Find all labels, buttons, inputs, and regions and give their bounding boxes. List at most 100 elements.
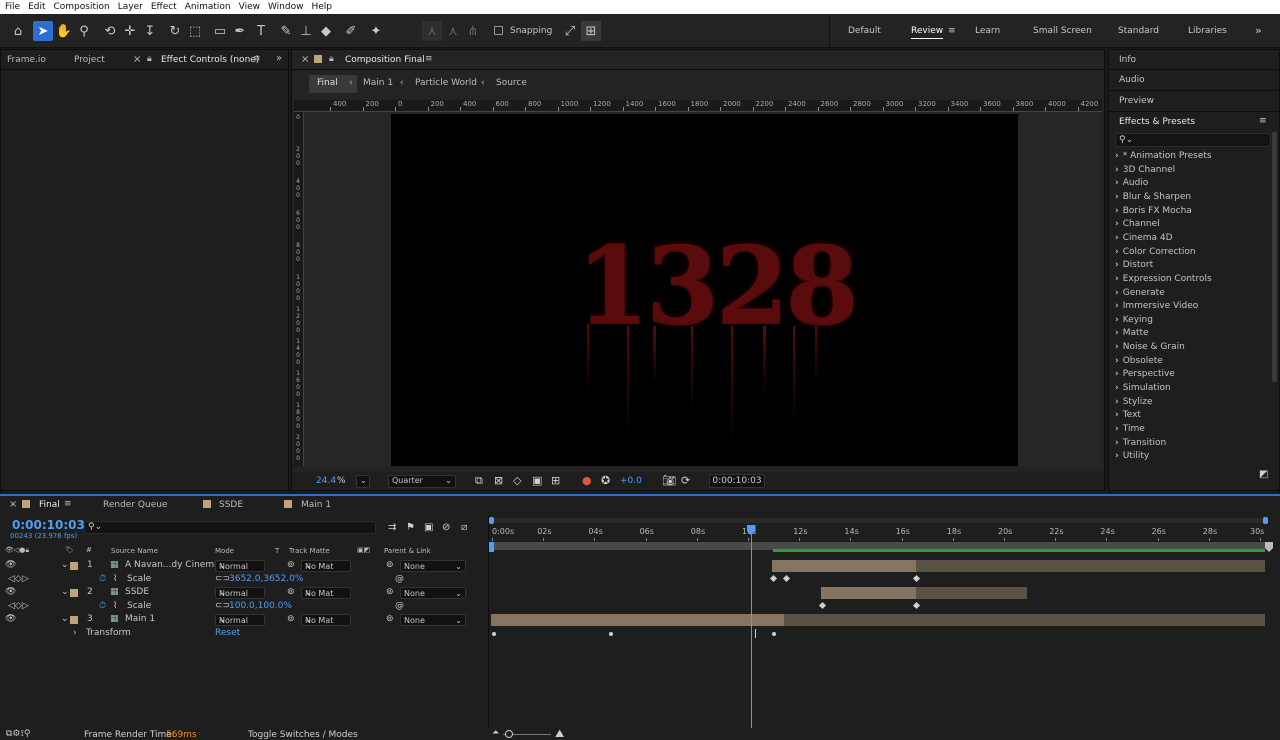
puppet-pin-icon[interactable]: ✦: [366, 21, 386, 41]
fast-previews-icon[interactable]: ⧉: [475, 474, 483, 488]
effects-category-item[interactable]: › Cinema 4D: [1115, 233, 1173, 243]
tab-project[interactable]: Project: [74, 55, 105, 65]
zoom-tool-icon[interactable]: ⚲: [74, 21, 94, 41]
breadcrumb-particle-world[interactable]: Particle World: [415, 78, 477, 88]
transform-keyframe[interactable]: [772, 632, 776, 636]
layer-bar-3-highlight[interactable]: [491, 614, 784, 626]
tab-final[interactable]: Final: [39, 500, 60, 510]
mask-visibility-icon[interactable]: ◇: [513, 474, 521, 487]
region-of-interest-icon[interactable]: ▣: [532, 474, 542, 487]
lock-icon[interactable]: 🔒︎: [147, 54, 152, 64]
world-axis-icon[interactable]: ⋏: [443, 21, 463, 41]
keyframe-diamond[interactable]: [782, 574, 791, 583]
tab-frameio[interactable]: Frame.io: [7, 55, 46, 65]
breadcrumb-final[interactable]: Final: [317, 78, 338, 88]
menu-window[interactable]: Window: [268, 2, 304, 12]
layer-row-1[interactable]: 👁︎ ⌄ 1 ▦ A Navan...dy Cinema Normal ⌄ ⊚ …: [0, 559, 488, 573]
effects-category-item[interactable]: › Stylize: [1115, 397, 1153, 407]
effects-search-input[interactable]: ⚲⌄: [1115, 133, 1271, 147]
effects-category-item[interactable]: › Perspective: [1115, 369, 1175, 379]
hamburger-menu-icon[interactable]: ≡: [948, 26, 956, 36]
draft-3d-icon[interactable]: ⚑: [406, 522, 415, 533]
close-icon[interactable]: ×: [301, 54, 309, 65]
col-parent-link[interactable]: Parent & Link: [384, 547, 431, 555]
track-matte-dropdown[interactable]: No Mat ⌄: [301, 560, 351, 572]
snapshot-icon[interactable]: 📷︎: [662, 474, 676, 487]
pen-tool-icon[interactable]: ✒: [230, 21, 250, 41]
workspace-libraries[interactable]: Libraries: [1188, 26, 1227, 36]
brush-tool-icon[interactable]: ✎: [276, 21, 296, 41]
local-axis-icon[interactable]: ⋏: [422, 21, 442, 41]
grid-guides-icon[interactable]: ⊞: [551, 474, 560, 487]
keyframe-diamond[interactable]: [912, 601, 921, 610]
layer-label-swatch[interactable]: [70, 616, 78, 624]
expand-chevron-icon[interactable]: ⌄: [61, 560, 69, 570]
effects-category-item[interactable]: › Blur & Sharpen: [1115, 192, 1191, 202]
parent-dropdown[interactable]: None ⌄: [400, 560, 466, 572]
effects-category-item[interactable]: › Boris FX Mocha: [1115, 206, 1192, 216]
effects-category-item[interactable]: › Simulation: [1115, 383, 1171, 393]
property-row-transform[interactable]: › Transform Reset: [0, 627, 488, 641]
effects-category-item[interactable]: › 3D Channel: [1115, 165, 1175, 175]
keyframe-diamond[interactable]: [912, 574, 921, 583]
zoom-dropdown-icon[interactable]: ⌄: [356, 475, 370, 488]
effects-category-item[interactable]: › Distort: [1115, 260, 1153, 270]
panel-overflow-icon[interactable]: »: [276, 53, 282, 64]
zoom-slider-thumb[interactable]: [505, 730, 513, 738]
comp-mini-flowchart-icon[interactable]: ⇉: [388, 522, 396, 533]
resolution-dropdown[interactable]: Quarter ⌄: [388, 475, 456, 488]
color-management-icon[interactable]: ✪: [601, 474, 610, 487]
breadcrumb-main-1[interactable]: Main 1: [363, 78, 393, 88]
property-row-scale-1[interactable]: ◁◇▷ ⏱︎ ⌇ Scale ⊂⊃ 3652.0,3652.0% @: [0, 573, 488, 587]
stopwatch-icon[interactable]: ⏱︎: [99, 574, 106, 584]
parent-dropdown[interactable]: None ⌄: [400, 614, 466, 626]
frame-blending-icon[interactable]: ⊘: [442, 522, 450, 533]
parent-dropdown[interactable]: None ⌄: [400, 587, 466, 599]
selection-tool-icon[interactable]: ➤: [33, 21, 53, 41]
graph-icon[interactable]: ⌇: [113, 574, 117, 584]
hand-tool-icon[interactable]: ✋: [54, 21, 74, 41]
preview-panel-tab[interactable]: Preview: [1119, 96, 1154, 106]
visibility-icon[interactable]: 👁︎: [5, 587, 16, 597]
effects-category-item[interactable]: › Time: [1115, 424, 1145, 434]
work-area-end-handle[interactable]: [1263, 517, 1268, 524]
effects-category-item[interactable]: › Utility: [1115, 451, 1149, 461]
panel-menu-icon[interactable]: ≡: [425, 54, 433, 64]
menu-effect[interactable]: Effect: [151, 2, 177, 12]
effects-category-item[interactable]: › Audio: [1115, 178, 1148, 188]
expand-chevron-icon[interactable]: ›: [73, 628, 77, 638]
col-track-matte[interactable]: Track Matte: [289, 547, 330, 555]
layer-bar-1-highlight[interactable]: [772, 560, 916, 572]
expand-chevron-icon[interactable]: ⌄: [61, 587, 69, 597]
in-out-bracket-icon[interactable]: [751, 629, 756, 638]
breadcrumb-source[interactable]: Source: [496, 78, 527, 88]
work-area-start-handle[interactable]: [489, 517, 494, 524]
in-marker[interactable]: [489, 542, 494, 552]
expression-icon[interactable]: @: [395, 601, 404, 611]
scale-value[interactable]: 100.0,100.0%: [229, 601, 292, 611]
layer-name[interactable]: SSDE: [125, 587, 149, 597]
pickwhip-icon[interactable]: ⊚: [386, 587, 394, 597]
close-icon[interactable]: ×: [9, 499, 17, 510]
tab-main-1[interactable]: Main 1: [301, 500, 331, 510]
effects-category-item[interactable]: › Text: [1115, 410, 1141, 420]
tab-render-queue[interactable]: Render Queue: [103, 500, 167, 510]
link-icon[interactable]: ⊂⊃: [215, 574, 230, 584]
matte-target-icon[interactable]: ⊚: [287, 614, 295, 624]
work-area-bar[interactable]: [491, 518, 1267, 523]
layer-bar-2-highlight[interactable]: [821, 587, 916, 599]
visibility-icon[interactable]: 👁︎: [5, 614, 16, 624]
workspace-default[interactable]: Default: [848, 26, 881, 36]
pickwhip-icon[interactable]: ⊚: [386, 560, 394, 570]
info-panel-tab[interactable]: Info: [1119, 55, 1136, 65]
panel-menu-icon[interactable]: ≡: [253, 54, 261, 64]
zoom-in-icon[interactable]: ⛰: [555, 727, 564, 740]
workspace-learn[interactable]: Learn: [975, 26, 1000, 36]
workspace-standard[interactable]: Standard: [1118, 26, 1159, 36]
pan-behind-icon[interactable]: ⬚: [185, 21, 205, 41]
menu-layer[interactable]: Layer: [118, 2, 143, 12]
zoom-out-icon[interactable]: ⏶: [492, 728, 499, 738]
link-icon[interactable]: ⊂⊃: [215, 601, 230, 611]
comp-viewer[interactable]: 1328: [304, 112, 1102, 466]
expression-icon[interactable]: @: [395, 574, 404, 584]
